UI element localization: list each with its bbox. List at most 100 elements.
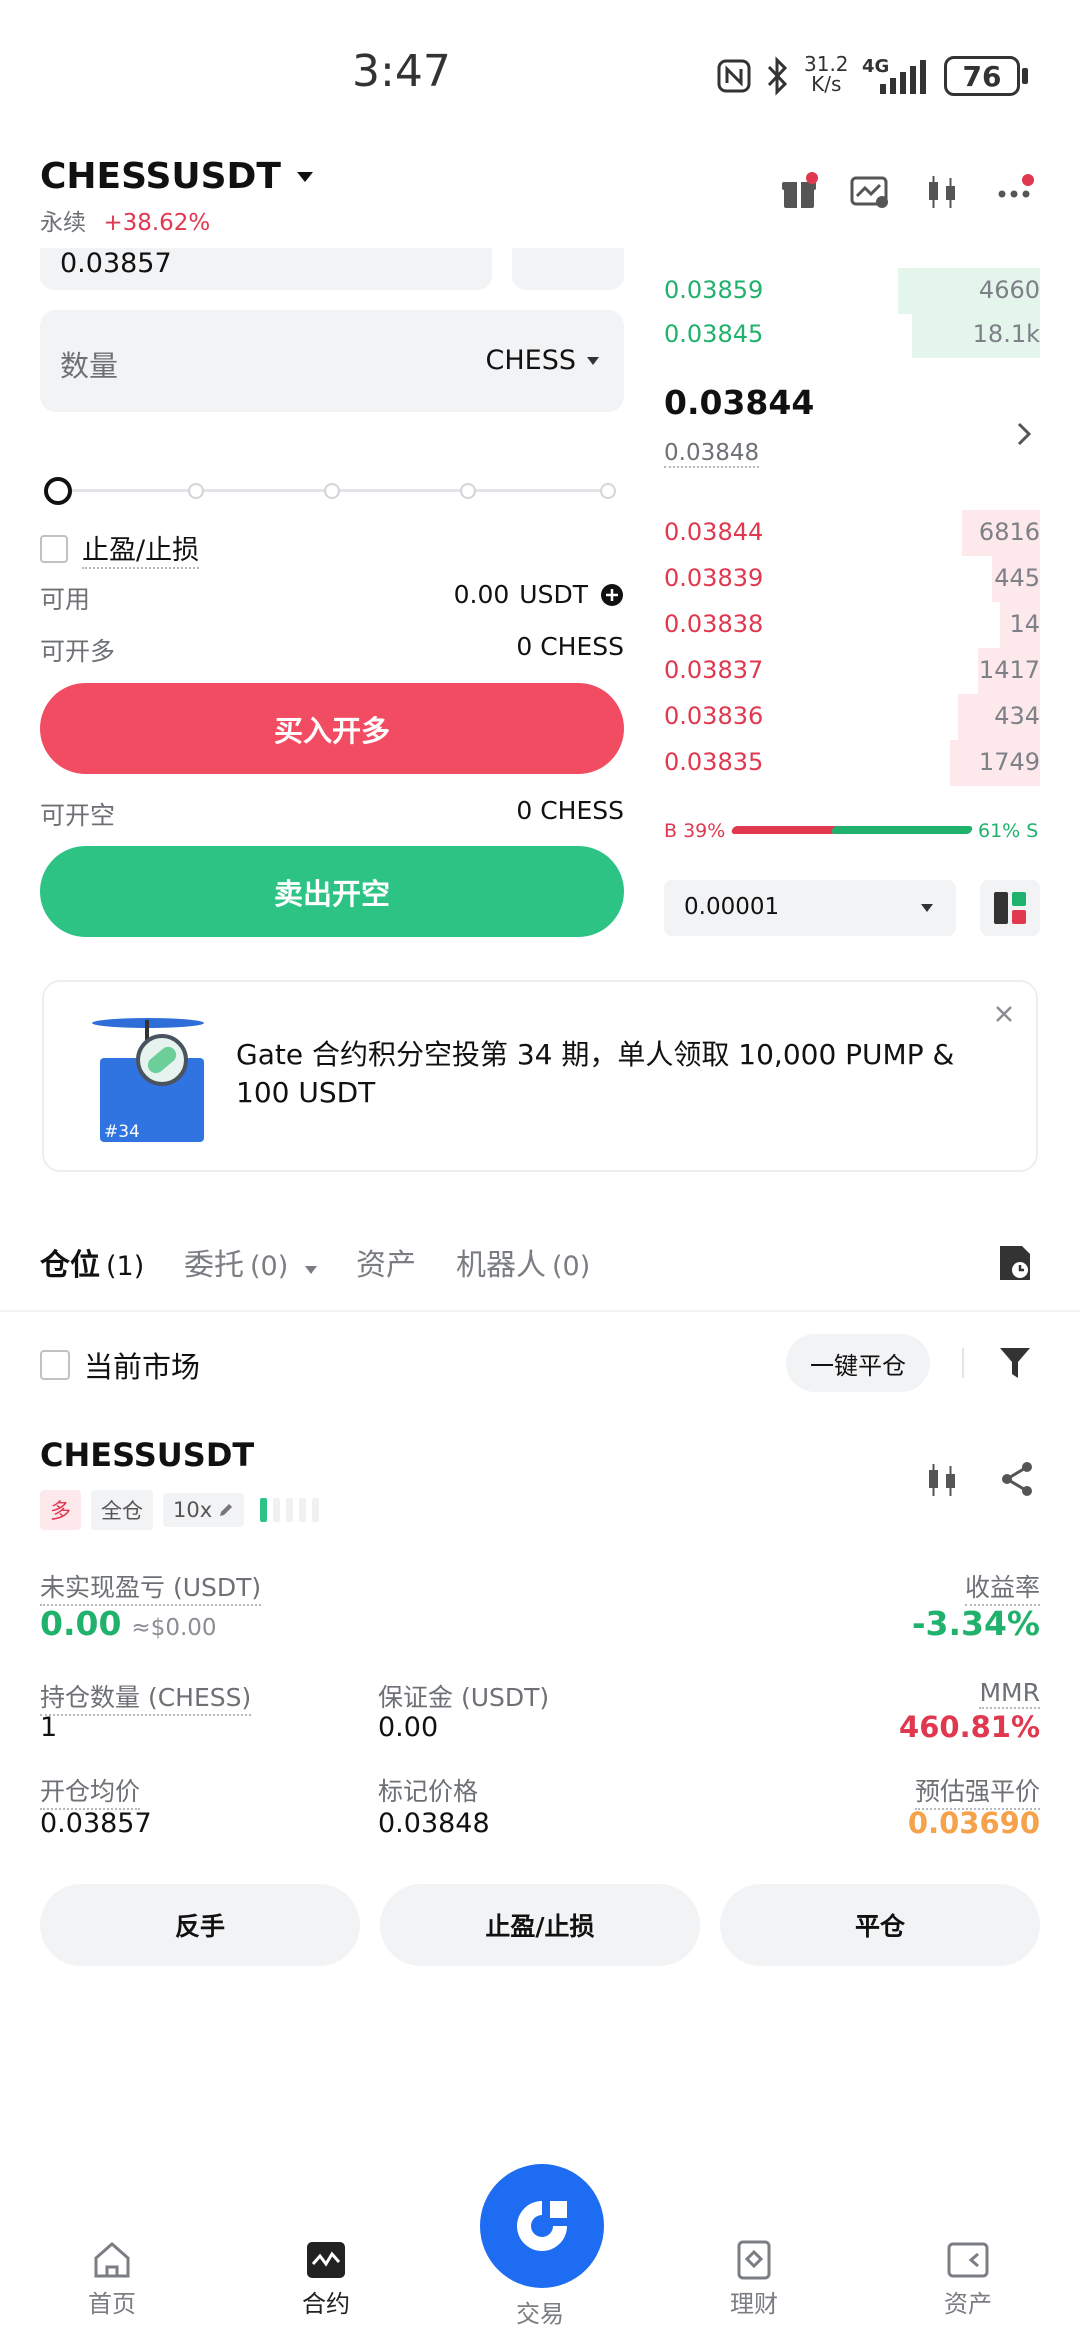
share-icon[interactable] [998, 1460, 1036, 1498]
quantity-input[interactable]: 数量 CHESS [40, 310, 624, 412]
liq-price-label: 预估强平价 [914, 1772, 1040, 1810]
bid-depth-bar [978, 648, 1040, 694]
precision-value: 0.00001 [684, 894, 780, 920]
unrealized-pnl-label: 未实现盈亏 (USDT) [40, 1568, 262, 1606]
mmr-label: MMR [979, 1678, 1040, 1709]
tab-orders[interactable]: 委托 (0) [184, 1240, 318, 1284]
bid-row[interactable]: 0.03837 1417 [664, 648, 1040, 694]
entry-price-label: 开仓均价 [40, 1772, 141, 1810]
can-short-value: 0 CHESS [516, 796, 624, 825]
position-size-value: 1 [40, 1712, 58, 1743]
bid-size: 434 [994, 702, 1040, 730]
roe-label: 收益率 [964, 1568, 1040, 1606]
nav-futures[interactable]: 合约 [266, 2240, 386, 2319]
tpsl-checkbox-row[interactable]: 止盈/止损 [40, 528, 200, 569]
position-size-label: 持仓数量 (CHESS) [40, 1678, 252, 1716]
bid-row[interactable]: 0.03835 1749 [664, 740, 1040, 786]
tab-bots[interactable]: 机器人 (0) [456, 1240, 590, 1284]
bid-size: 1417 [978, 656, 1040, 684]
ask-size: 4660 [978, 276, 1040, 304]
available-unit: USDT [519, 580, 588, 609]
promo-banner[interactable]: #34 Gate 合约积分空投第 34 期，单人领取 10,000 PUMP &… [42, 980, 1038, 1172]
close-position-button[interactable]: 平仓 [720, 1884, 1040, 1966]
caret-down-icon [920, 903, 934, 913]
bid-depth-bar [958, 694, 1040, 740]
ask-row[interactable]: 0.03845 18.1k [664, 312, 1040, 358]
slider-tick [460, 483, 476, 499]
mark-price: 0.03848 [664, 440, 760, 468]
leverage-badge[interactable]: 10x [163, 1493, 245, 1527]
roe-value: -3.34% [911, 1604, 1040, 1643]
filter-icon[interactable] [998, 1346, 1032, 1380]
quantity-unit-selector[interactable]: CHESS [486, 345, 601, 376]
promo-badge: #34 [104, 1122, 140, 1142]
nav-home[interactable]: 首页 [52, 2240, 172, 2319]
tabs-divider [0, 1310, 1080, 1312]
bid-depth-bar [962, 510, 1040, 556]
home-icon [52, 2240, 172, 2280]
symbol-selector[interactable]: CHESSUSDT [40, 156, 315, 197]
precision-selector[interactable]: 0.00001 [664, 880, 956, 936]
gate-logo-icon [509, 2193, 575, 2259]
position-symbol[interactable]: CHESSUSDT [40, 1436, 254, 1474]
more-icon[interactable] [996, 172, 1036, 212]
margin-label: 保证金 (USDT) [378, 1683, 550, 1712]
slider-handle[interactable] [44, 477, 72, 505]
tpsl-button[interactable]: 止盈/止损 [380, 1884, 700, 1966]
close-icon[interactable] [994, 1004, 1014, 1024]
mmr-value: 460.81% [899, 1710, 1040, 1744]
promo-text: Gate 合约积分空投第 34 期，单人领取 10,000 PUMP & 100… [236, 1038, 955, 1109]
bid-size: 1749 [978, 748, 1040, 776]
bid-row[interactable]: 0.03839 445 [664, 556, 1040, 602]
current-market-checkbox-row[interactable]: 当前市场 [40, 1344, 200, 1386]
quantity-unit: CHESS [485, 345, 577, 376]
available-label: 可用 [40, 585, 91, 614]
ask-row[interactable]: 0.03859 4660 [664, 268, 1040, 314]
can-short-label: 可开空 [40, 801, 116, 830]
side-badge: 多 [40, 1490, 81, 1530]
bid-row[interactable]: 0.03836 434 [664, 694, 1040, 740]
transfer-plus-icon[interactable] [600, 583, 624, 607]
candlestick-icon[interactable] [924, 1460, 960, 1500]
current-market-label: 当前市场 [84, 1350, 201, 1384]
reverse-button[interactable]: 反手 [40, 1884, 360, 1966]
margin-mode-badge: 全仓 [91, 1490, 153, 1530]
bid-price: 0.03836 [664, 702, 764, 730]
slider-tick [188, 483, 204, 499]
nav-assets[interactable]: 资产 [908, 2240, 1028, 2319]
price-type-box[interactable] [512, 248, 624, 290]
gift-icon[interactable] [780, 172, 820, 212]
tpsl-checkbox[interactable] [40, 534, 68, 563]
bid-depth-bar [1000, 602, 1040, 648]
nav-earn[interactable]: 理财 [694, 2240, 814, 2319]
wallet-icon [908, 2240, 1028, 2280]
nav-trade[interactable] [480, 2164, 604, 2288]
nav-trade-label-wrap[interactable]: 交易 [480, 2290, 600, 2329]
available-value: 0.00 [453, 580, 510, 609]
bid-depth-bar [992, 556, 1040, 602]
history-icon[interactable] [998, 1244, 1032, 1282]
chevron-right-icon[interactable] [1014, 420, 1034, 448]
bluetooth-icon [764, 56, 792, 96]
nfc-icon [716, 58, 752, 94]
nav-home-label: 首页 [88, 2290, 136, 2318]
buy-long-button[interactable]: 买入开多 [40, 683, 624, 774]
book-layout-icon[interactable] [980, 880, 1040, 936]
unrealized-pnl-usd: ≈$0.00 [131, 1615, 217, 1641]
bid-row[interactable]: 0.03844 6816 [664, 510, 1040, 556]
candlestick-icon[interactable] [924, 172, 960, 212]
chart-compare-icon[interactable] [850, 174, 890, 210]
available-row: 0.00 USDT [454, 580, 624, 609]
price-input[interactable]: 0.03857 [40, 248, 492, 290]
nav-earn-label: 理财 [730, 2290, 778, 2318]
sell-short-button[interactable]: 卖出开空 [40, 846, 624, 937]
bid-row[interactable]: 0.03838 14 [664, 602, 1040, 648]
current-market-checkbox[interactable] [40, 1350, 70, 1380]
quantity-slider[interactable] [44, 474, 624, 508]
slider-tick [324, 483, 340, 499]
net-speed: 31.2 K/s [804, 52, 849, 96]
signal-icon [866, 58, 930, 96]
close-all-button[interactable]: 一键平仓 [786, 1334, 930, 1392]
tab-positions[interactable]: 仓位 (1) [40, 1240, 144, 1284]
tab-assets[interactable]: 资产 [356, 1240, 416, 1284]
